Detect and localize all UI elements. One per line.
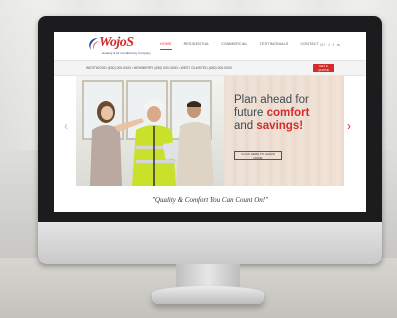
hero-people-image	[90, 100, 214, 186]
hero-headline: Plan ahead for future comfort and saving…	[234, 94, 338, 133]
hero-line-3: and savings!	[234, 120, 338, 133]
location-phones: WESTWOOD (630) 000-0000 • NEWBERRY (630)…	[86, 66, 232, 70]
hero-line-2-plain: future	[234, 107, 267, 119]
nav-testimonials[interactable]: TESTIMONIALS	[260, 42, 289, 46]
logo-tagline: Heating & Air Conditioning Company	[102, 51, 151, 55]
hero-line-1: Plan ahead for	[234, 94, 309, 106]
google-plus-icon[interactable]: G+	[320, 42, 325, 47]
slider-prev-arrow-icon[interactable]: ‹	[64, 120, 68, 132]
get-quote-button[interactable]: GET A QUOTE	[313, 64, 334, 72]
imac-chin	[38, 222, 382, 264]
tagline-section: "Quality & Comfort You Can Count On!"	[54, 188, 366, 212]
website-screen: WojoS Heating & Air Conditioning Company…	[54, 32, 366, 212]
main-nav: HOME RESIDENTIAL COMMERCIAL TESTIMONIALS…	[160, 42, 320, 50]
slider-next-arrow-icon[interactable]: ›	[347, 120, 351, 132]
hero-highlight-savings: savings!	[256, 120, 304, 132]
nav-contact[interactable]: CONTACT	[301, 42, 320, 46]
nav-residential[interactable]: RESIDENTIAL	[184, 42, 210, 46]
facebook-icon[interactable]: f	[333, 42, 334, 47]
imac-stand-base	[152, 286, 264, 304]
hero-highlight-comfort: comfort	[266, 107, 310, 119]
imac-stand-neck	[176, 264, 240, 288]
hero-slider: Plan ahead for future comfort and saving…	[76, 76, 344, 186]
learn-more-button[interactable]: CLICK HERE TO LEARN MORE	[234, 151, 282, 160]
contact-bar: WESTWOOD (630) 000-0000 • NEWBERRY (630)…	[54, 60, 366, 76]
site-logo[interactable]: WojoS	[99, 35, 134, 51]
linkedin-icon[interactable]: in	[337, 42, 340, 47]
site-header: WojoS Heating & Air Conditioning Company…	[54, 32, 366, 60]
twitter-icon[interactable]: t	[328, 42, 329, 47]
nav-commercial[interactable]: COMMERCIAL	[221, 42, 247, 46]
hero-line-2: future comfort	[234, 107, 338, 120]
company-tagline: "Quality & Comfort You Can Count On!"	[151, 196, 269, 204]
hero-line-3-plain: and	[234, 120, 257, 132]
social-links: G+ t f in	[320, 42, 340, 47]
nav-home[interactable]: HOME	[160, 42, 172, 50]
